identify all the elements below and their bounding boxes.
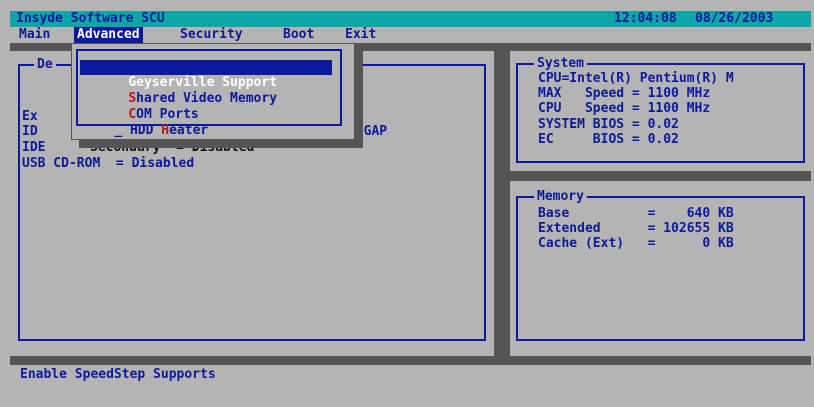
menu-advanced[interactable]: Advanced bbox=[74, 27, 143, 43]
dropdown-item-geyserville[interactable]: Geyserville Support bbox=[80, 60, 332, 90]
dropdown-item-shared-video[interactable]: Shared Video Memory bbox=[80, 76, 280, 106]
clock-time: 12:04:08 bbox=[614, 11, 677, 26]
system-cpu-speed: CPU Speed = 1100 MHz bbox=[538, 101, 711, 116]
advanced-dropdown: Geyserville Support Shared Video Memory … bbox=[71, 43, 355, 140]
device-row-ex[interactable]: Ex bbox=[22, 109, 38, 124]
system-ec-bios-version: EC BIOS = 0.02 bbox=[538, 132, 679, 147]
system-bios-version: SYSTEM BIOS = 0.02 bbox=[538, 117, 679, 132]
memory-cache: Cache (Ext) = 0 KB bbox=[538, 236, 734, 251]
status-bar: Enable SpeedStep Supports bbox=[10, 365, 811, 407]
memory-panel: Memory Base = 640 KB Extended = 102655 K… bbox=[510, 181, 811, 356]
memory-base: Base = 640 KB bbox=[538, 206, 734, 221]
memory-extended: Extended = 102655 KB bbox=[538, 221, 734, 236]
menu-exit[interactable]: Exit bbox=[342, 27, 379, 43]
memory-panel-title: Memory bbox=[534, 189, 587, 204]
device-row-id[interactable]: ID bbox=[22, 124, 38, 139]
menu-main[interactable]: Main bbox=[16, 27, 53, 43]
usb-cdrom-setting[interactable]: USB CD-ROM = Disabled bbox=[22, 156, 194, 171]
clock-date: 08/26/2003 bbox=[695, 11, 774, 26]
system-panel: System CPU=Intel(R) Pentium(R) M MAX Spe… bbox=[510, 51, 811, 171]
menu-security[interactable]: Security bbox=[177, 27, 246, 43]
system-cpu-line: CPU=Intel(R) Pentium(R) M bbox=[538, 71, 734, 86]
menu-boot[interactable]: Boot bbox=[280, 27, 317, 43]
dropdown-item-hdd-heater[interactable]: _ HDD Heater bbox=[80, 108, 211, 138]
menu-bar: Main Advanced Security Boot Exit bbox=[10, 27, 811, 43]
system-max-speed: MAX Speed = 1100 MHz bbox=[538, 86, 711, 101]
status-help-text: Enable SpeedStep Supports bbox=[20, 367, 216, 382]
title-bar: Insyde Software SCU 12:04:08 08/26/2003 bbox=[10, 11, 811, 27]
dropdown-item-com-ports[interactable]: COM Ports bbox=[80, 92, 202, 122]
device-panel-title: De bbox=[34, 57, 56, 72]
device-row-ide[interactable]: IDE bbox=[22, 140, 45, 155]
system-panel-title: System bbox=[534, 56, 587, 71]
app-title: Insyde Software SCU bbox=[16, 11, 165, 26]
